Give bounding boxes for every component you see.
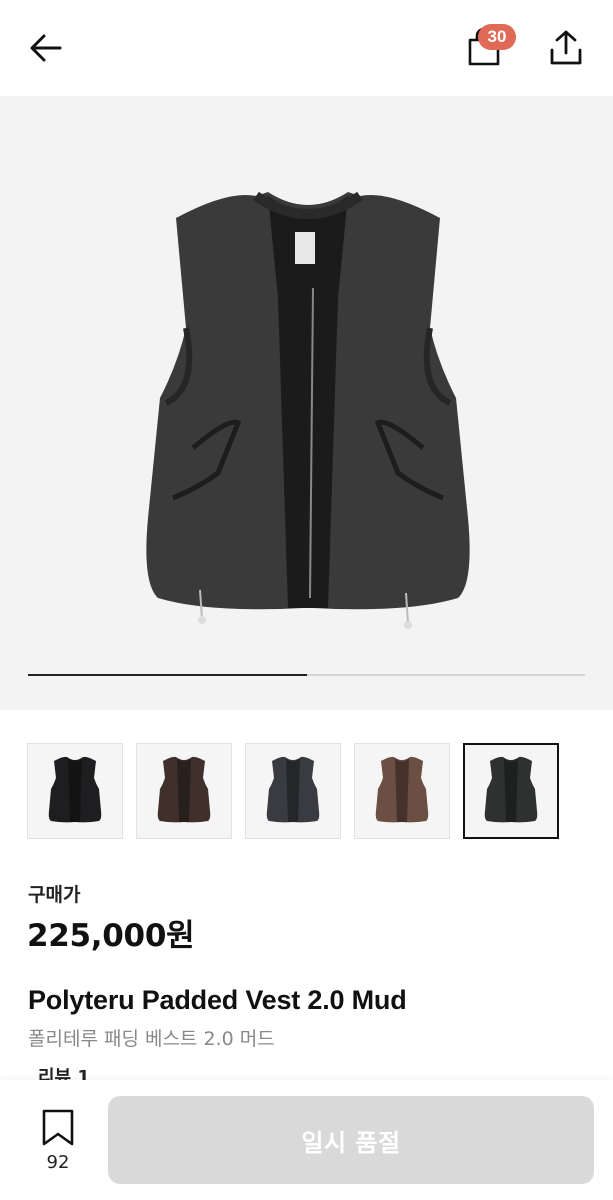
thumbnail-4[interactable]: [354, 743, 450, 839]
gallery-progress-track: [28, 674, 585, 676]
cart-count-badge: 30: [478, 24, 516, 50]
back-button[interactable]: [24, 26, 68, 70]
product-price: 225,000원: [27, 918, 195, 954]
thumbnail-vest-image: [266, 756, 320, 823]
product-image-gallery[interactable]: [0, 96, 613, 710]
thumbnail-5[interactable]: [463, 743, 559, 839]
product-title-english: Polyteru Padded Vest 2.0 Mud: [28, 985, 407, 1015]
thumbnail-3[interactable]: [245, 743, 341, 839]
thumbnail-vest-image: [484, 756, 538, 823]
share-icon: [550, 30, 582, 65]
bookmark-button[interactable]: 92: [28, 1106, 88, 1182]
thumbnail-vest-image: [375, 756, 429, 823]
bottom-action-bar: 92 일시 품절: [0, 1080, 613, 1200]
thumbnail-1[interactable]: [27, 743, 123, 839]
thumbnail-vest-image: [157, 756, 211, 823]
gallery-progress-fill: [28, 674, 307, 676]
thumbnail-vest-image: [48, 756, 102, 823]
top-nav-bar: 30: [0, 0, 613, 96]
price-label: 구매가: [28, 884, 81, 906]
arrow-left-icon: [30, 34, 62, 62]
product-image-vest: [146, 191, 470, 629]
share-button[interactable]: [544, 26, 588, 70]
thumbnail-2[interactable]: [136, 743, 232, 839]
bookmark-icon: [42, 1109, 74, 1146]
bookmark-count: 92: [46, 1152, 70, 1173]
sold-out-button[interactable]: 일시 품절: [108, 1096, 594, 1184]
product-title-korean: 폴리테루 패딩 베스트 2.0 머드: [28, 1028, 275, 1050]
thumbnail-strip: [27, 743, 587, 839]
